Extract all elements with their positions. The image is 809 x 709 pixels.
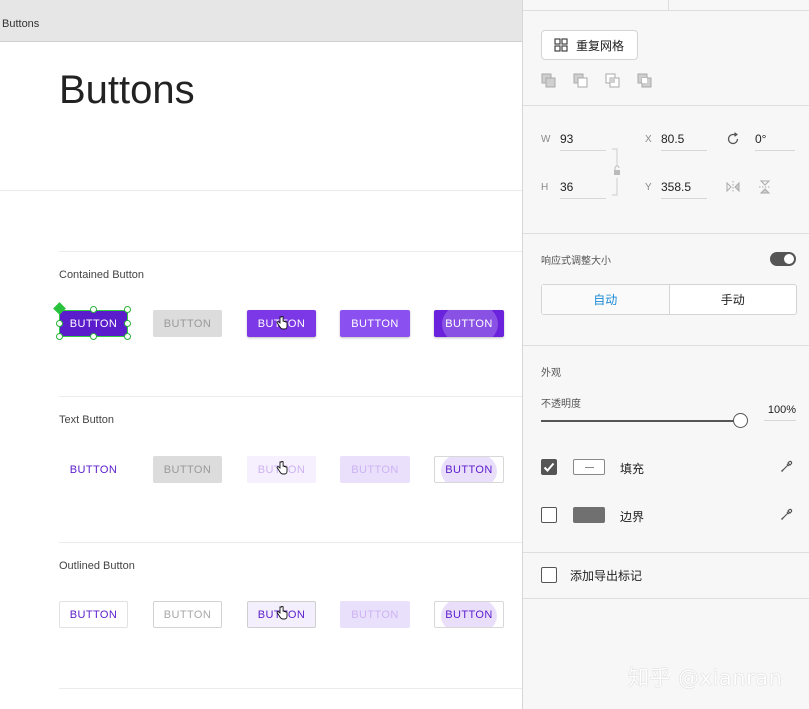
resize-handle[interactable]	[90, 306, 97, 313]
width-label: W	[541, 134, 551, 145]
text-button-disabled[interactable]: BUTTON	[153, 456, 222, 483]
rotation-input[interactable]: 0°	[755, 132, 795, 151]
boolean-exclude-icon[interactable]	[637, 73, 652, 88]
section-label-contained[interactable]: Contained Button	[59, 269, 144, 281]
divider	[59, 542, 522, 543]
hand-cursor-icon	[276, 461, 288, 475]
checkmark-icon	[543, 462, 555, 472]
flip-vertical-icon[interactable]	[758, 180, 772, 194]
resize-handle[interactable]	[56, 320, 63, 327]
boolean-add-icon[interactable]	[541, 73, 556, 88]
opacity-slider-thumb[interactable]	[733, 413, 748, 428]
rotate-icon	[727, 132, 739, 145]
divider	[59, 396, 522, 397]
transform-section: W 93 H 36 X 80.5 Y 358.5 0°	[523, 106, 809, 234]
opacity-label: 不透明度	[541, 399, 581, 410]
hand-cursor-icon	[276, 316, 288, 330]
export-section	[523, 553, 809, 599]
outlined-button-disabled[interactable]: BUTTON	[153, 601, 222, 628]
hand-cursor-icon	[276, 606, 288, 620]
y-input[interactable]: 358.5	[661, 180, 707, 199]
lock-aspect-icon[interactable]	[611, 146, 621, 198]
outlined-button-pressed[interactable]: BUTTON	[434, 601, 504, 628]
resize-handle[interactable]	[56, 333, 63, 340]
fill-label: 填充	[620, 462, 645, 476]
resize-mode-auto[interactable]: 自动	[542, 285, 670, 314]
text-button-pressed[interactable]: BUTTON	[434, 456, 504, 483]
opacity-input[interactable]: 100%	[764, 404, 796, 421]
responsive-resize-toggle[interactable]	[770, 252, 796, 266]
fill-checkbox[interactable]	[541, 459, 557, 475]
resize-handle[interactable]	[90, 333, 97, 340]
border-label: 边界	[620, 510, 645, 524]
x-input[interactable]: 80.5	[661, 132, 707, 151]
appearance-label: 外观	[541, 368, 561, 379]
resize-handle[interactable]	[124, 320, 131, 327]
properties-panel: 重复网格 W 93 H 36 X 80.5 Y 358.5 0° 响应式调整大小…	[522, 0, 809, 709]
resize-handle[interactable]	[124, 306, 131, 313]
contained-button-disabled[interactable]: BUTTON	[153, 310, 222, 337]
appearance-section	[523, 346, 809, 553]
contained-button-focused[interactable]: BUTTON	[340, 310, 410, 337]
eyedropper-icon[interactable]	[780, 459, 794, 473]
repeat-grid-button[interactable]: 重复网格	[541, 30, 638, 60]
y-label: Y	[645, 182, 652, 193]
divider	[0, 190, 522, 191]
repeat-grid-label: 重复网格	[576, 38, 625, 53]
watermark: 知乎 @xianran	[628, 666, 783, 690]
border-checkbox[interactable]	[541, 507, 557, 523]
height-input[interactable]: 36	[560, 180, 606, 199]
design-canvas[interactable]: Buttons Buttons Contained Button BUTTON …	[0, 0, 522, 709]
export-mark-label: 添加导出标记	[570, 569, 643, 583]
height-label: H	[541, 182, 549, 193]
resize-mode-segmented-control: 自动 手动	[541, 284, 797, 315]
fill-color-swatch[interactable]	[573, 459, 605, 475]
flip-horizontal-icon[interactable]	[726, 180, 740, 194]
width-input[interactable]: 93	[560, 132, 606, 151]
outlined-button-enabled[interactable]: BUTTON	[59, 601, 128, 628]
opacity-slider-track[interactable]	[541, 420, 741, 422]
outlined-button-focused[interactable]: BUTTON	[340, 601, 410, 628]
section-label-text[interactable]: Text Button	[59, 414, 114, 426]
panel-top-bar	[523, 0, 809, 11]
divider	[59, 688, 522, 689]
text-button-enabled[interactable]: BUTTON	[59, 456, 128, 483]
contained-button-pressed[interactable]: BUTTON	[434, 310, 504, 337]
resize-handle[interactable]	[124, 333, 131, 340]
text-button-focused[interactable]: BUTTON	[340, 456, 410, 483]
x-label: X	[645, 134, 652, 145]
divider	[59, 251, 522, 252]
boolean-intersect-icon[interactable]	[605, 73, 620, 88]
repeat-grid-icon	[554, 38, 568, 52]
eyedropper-icon[interactable]	[780, 507, 794, 521]
border-color-swatch[interactable]	[573, 507, 605, 523]
resize-mode-manual[interactable]: 手动	[670, 285, 797, 314]
section-label-outlined[interactable]: Outlined Button	[59, 560, 135, 572]
artboard-label[interactable]: Buttons	[2, 18, 39, 30]
boolean-subtract-icon[interactable]	[573, 73, 588, 88]
page-title[interactable]: Buttons	[59, 68, 195, 113]
export-mark-checkbox[interactable]	[541, 567, 557, 583]
responsive-resize-label: 响应式调整大小	[541, 256, 611, 267]
grid-section: 重复网格	[523, 11, 809, 106]
